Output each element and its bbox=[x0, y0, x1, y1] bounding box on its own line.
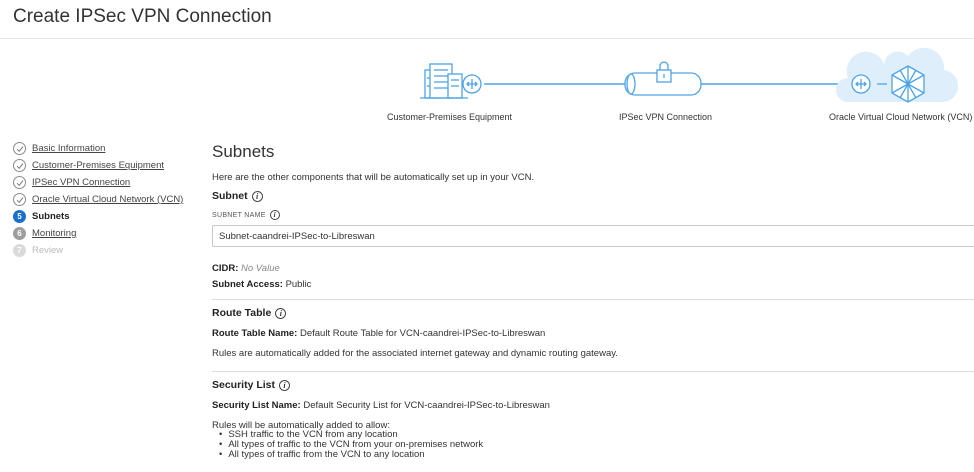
vcn-cloud-icon bbox=[836, 47, 959, 103]
subnet-heading: Subnet i bbox=[212, 190, 263, 202]
topology-diagram: Customer-Premises Equipment IPSec VPN Co… bbox=[0, 40, 974, 130]
intro-text: Here are the other components that will … bbox=[212, 172, 535, 183]
cidr-row: CIDR: No Value bbox=[212, 263, 280, 274]
route-table-name-value: Default Route Table for VCN-caandrei-IPS… bbox=[299, 328, 546, 339]
step-subnets: 5 Subnets bbox=[13, 208, 203, 225]
subnet-access-key: Subnet Access: bbox=[212, 279, 283, 290]
check-icon bbox=[13, 176, 26, 189]
check-icon bbox=[13, 142, 26, 155]
list-item: All types of traffic from the VCN to any… bbox=[219, 450, 483, 460]
route-table-note: Rules are automatically added for the as… bbox=[212, 348, 618, 359]
step-monitoring[interactable]: 6 Monitoring bbox=[13, 225, 203, 242]
step-label[interactable]: IPSec VPN Connection bbox=[32, 177, 130, 188]
cidr-key: CIDR: bbox=[212, 263, 239, 274]
subnet-name-label: SUBNET NAME i bbox=[212, 210, 280, 220]
security-list-name-key: Security List Name: bbox=[212, 400, 301, 411]
check-icon bbox=[13, 193, 26, 206]
security-rules-list: SSH traffic to the VCN from any location… bbox=[219, 430, 483, 460]
info-icon[interactable]: i bbox=[279, 379, 291, 391]
info-icon[interactable]: i bbox=[275, 307, 287, 319]
step-basic-information[interactable]: Basic Information bbox=[13, 140, 203, 157]
step-number: 7 bbox=[13, 244, 26, 257]
check-icon bbox=[13, 159, 26, 172]
step-label: Review bbox=[32, 245, 64, 256]
divider bbox=[212, 371, 974, 372]
step-number: 6 bbox=[13, 227, 26, 240]
wizard-steps: Basic Information Customer-Premises Equi… bbox=[13, 140, 203, 259]
subnet-name-input[interactable] bbox=[212, 225, 974, 247]
page-header: Create IPSec VPN Connection bbox=[0, 0, 974, 39]
step-label[interactable]: Basic Information bbox=[32, 143, 105, 154]
page-title: Create IPSec VPN Connection bbox=[13, 6, 272, 27]
route-table-heading: Route Table i bbox=[212, 307, 287, 319]
info-icon[interactable]: i bbox=[251, 190, 263, 202]
step-number: 5 bbox=[13, 210, 26, 223]
info-icon[interactable]: i bbox=[269, 210, 280, 220]
security-list-name-value: Default Security List for VCN-caandrei-I… bbox=[303, 400, 550, 411]
subnet-heading-text: Subnet bbox=[212, 190, 248, 202]
ipsec-tunnel-icon bbox=[624, 61, 702, 96]
step-ipsec-vpn-connection[interactable]: IPSec VPN Connection bbox=[13, 174, 203, 191]
section-title: Subnets bbox=[212, 142, 275, 161]
divider bbox=[212, 299, 974, 300]
cpe-label: Customer-Premises Equipment bbox=[387, 112, 513, 122]
step-label[interactable]: Oracle Virtual Cloud Network (VCN) bbox=[32, 194, 183, 205]
vcn-label: Oracle Virtual Cloud Network (VCN) bbox=[829, 112, 973, 122]
cidr-value: No Value bbox=[241, 263, 280, 274]
subnet-name-label-text: SUBNET NAME bbox=[212, 211, 266, 219]
subnet-access-value: Public bbox=[285, 279, 312, 290]
step-customer-premises-equipment[interactable]: Customer-Premises Equipment bbox=[13, 157, 203, 174]
cpe-building-icon bbox=[420, 63, 482, 99]
step-review: 7 Review bbox=[13, 242, 203, 259]
security-list-heading: Security List i bbox=[212, 379, 291, 391]
security-list-name-row: Security List Name: Default Security Lis… bbox=[212, 400, 550, 411]
step-label[interactable]: Customer-Premises Equipment bbox=[32, 160, 164, 171]
step-label: Subnets bbox=[32, 211, 70, 222]
step-label[interactable]: Monitoring bbox=[32, 228, 76, 239]
rule-text: All types of traffic from the VCN to any… bbox=[228, 449, 425, 460]
security-list-heading-text: Security List bbox=[212, 379, 276, 391]
subnet-access-row: Subnet Access: Public bbox=[212, 279, 311, 290]
route-table-name-key: Route Table Name: bbox=[212, 328, 298, 339]
ipsec-label: IPSec VPN Connection bbox=[619, 112, 713, 122]
route-table-name-row: Route Table Name: Default Route Table fo… bbox=[212, 328, 545, 339]
step-oracle-vcn[interactable]: Oracle Virtual Cloud Network (VCN) bbox=[13, 191, 203, 208]
route-table-heading-text: Route Table bbox=[212, 307, 272, 319]
